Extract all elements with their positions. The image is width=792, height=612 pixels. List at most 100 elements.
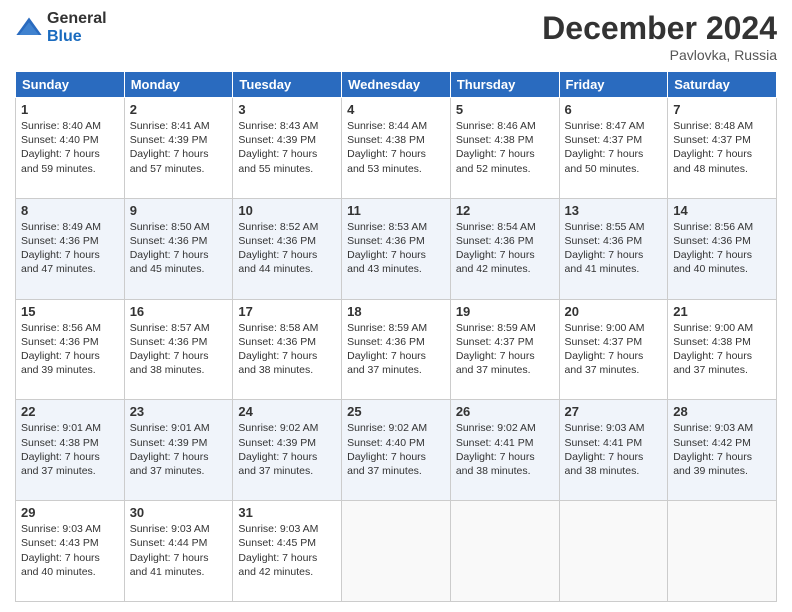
table-row: 19 Sunrise: 8:59 AM Sunset: 4:37 PM Dayl…	[450, 299, 559, 400]
sunrise-text: Sunrise: 8:56 AM	[673, 221, 753, 233]
table-row	[559, 501, 668, 602]
cell-content: Sunrise: 8:46 AM Sunset: 4:38 PM Dayligh…	[456, 119, 554, 176]
daylight-text: Daylight: 7 hours and 41 minutes.	[565, 249, 644, 275]
day-number: 19	[456, 304, 554, 319]
calendar-week-4: 22 Sunrise: 9:01 AM Sunset: 4:38 PM Dayl…	[16, 400, 777, 501]
col-friday: Friday	[559, 72, 668, 98]
sunrise-text: Sunrise: 8:43 AM	[238, 120, 318, 132]
cell-content: Sunrise: 8:57 AM Sunset: 4:36 PM Dayligh…	[130, 321, 228, 378]
cell-content: Sunrise: 8:52 AM Sunset: 4:36 PM Dayligh…	[238, 220, 336, 277]
daylight-text: Daylight: 7 hours and 38 minutes.	[238, 350, 317, 376]
col-saturday: Saturday	[668, 72, 777, 98]
cell-content: Sunrise: 8:54 AM Sunset: 4:36 PM Dayligh…	[456, 220, 554, 277]
day-number: 15	[21, 304, 119, 319]
sunset-text: Sunset: 4:43 PM	[21, 537, 99, 549]
daylight-text: Daylight: 7 hours and 39 minutes.	[21, 350, 100, 376]
sunrise-text: Sunrise: 9:00 AM	[565, 322, 645, 334]
day-number: 2	[130, 102, 228, 117]
table-row: 5 Sunrise: 8:46 AM Sunset: 4:38 PM Dayli…	[450, 98, 559, 199]
daylight-text: Daylight: 7 hours and 38 minutes.	[456, 451, 535, 477]
cell-content: Sunrise: 9:00 AM Sunset: 4:37 PM Dayligh…	[565, 321, 663, 378]
col-monday: Monday	[124, 72, 233, 98]
sunset-text: Sunset: 4:39 PM	[238, 437, 316, 449]
logo-text: General Blue	[47, 10, 107, 45]
sunrise-text: Sunrise: 8:44 AM	[347, 120, 427, 132]
daylight-text: Daylight: 7 hours and 37 minutes.	[130, 451, 209, 477]
cell-content: Sunrise: 9:03 AM Sunset: 4:43 PM Dayligh…	[21, 522, 119, 579]
sunrise-text: Sunrise: 9:02 AM	[347, 422, 427, 434]
day-number: 20	[565, 304, 663, 319]
daylight-text: Daylight: 7 hours and 37 minutes.	[238, 451, 317, 477]
cell-content: Sunrise: 9:03 AM Sunset: 4:44 PM Dayligh…	[130, 522, 228, 579]
table-row: 28 Sunrise: 9:03 AM Sunset: 4:42 PM Dayl…	[668, 400, 777, 501]
cell-content: Sunrise: 9:02 AM Sunset: 4:39 PM Dayligh…	[238, 421, 336, 478]
month-title: December 2024	[542, 10, 777, 47]
sunset-text: Sunset: 4:40 PM	[21, 134, 99, 146]
sunset-text: Sunset: 4:39 PM	[238, 134, 316, 146]
cell-content: Sunrise: 9:03 AM Sunset: 4:45 PM Dayligh…	[238, 522, 336, 579]
daylight-text: Daylight: 7 hours and 40 minutes.	[673, 249, 752, 275]
sunset-text: Sunset: 4:36 PM	[21, 235, 99, 247]
sunset-text: Sunset: 4:37 PM	[456, 336, 534, 348]
col-wednesday: Wednesday	[342, 72, 451, 98]
calendar-week-5: 29 Sunrise: 9:03 AM Sunset: 4:43 PM Dayl…	[16, 501, 777, 602]
daylight-text: Daylight: 7 hours and 42 minutes.	[238, 552, 317, 578]
table-row: 16 Sunrise: 8:57 AM Sunset: 4:36 PM Dayl…	[124, 299, 233, 400]
day-number: 8	[21, 203, 119, 218]
logo-icon	[15, 14, 43, 42]
day-number: 25	[347, 404, 445, 419]
day-number: 28	[673, 404, 771, 419]
sunrise-text: Sunrise: 8:40 AM	[21, 120, 101, 132]
sunset-text: Sunset: 4:37 PM	[673, 134, 751, 146]
sunrise-text: Sunrise: 8:52 AM	[238, 221, 318, 233]
table-row: 15 Sunrise: 8:56 AM Sunset: 4:36 PM Dayl…	[16, 299, 125, 400]
cell-content: Sunrise: 8:58 AM Sunset: 4:36 PM Dayligh…	[238, 321, 336, 378]
cell-content: Sunrise: 8:56 AM Sunset: 4:36 PM Dayligh…	[673, 220, 771, 277]
table-row: 23 Sunrise: 9:01 AM Sunset: 4:39 PM Dayl…	[124, 400, 233, 501]
daylight-text: Daylight: 7 hours and 55 minutes.	[238, 148, 317, 174]
day-number: 9	[130, 203, 228, 218]
sunrise-text: Sunrise: 8:57 AM	[130, 322, 210, 334]
daylight-text: Daylight: 7 hours and 38 minutes.	[130, 350, 209, 376]
sunrise-text: Sunrise: 8:53 AM	[347, 221, 427, 233]
day-number: 31	[238, 505, 336, 520]
table-row: 24 Sunrise: 9:02 AM Sunset: 4:39 PM Dayl…	[233, 400, 342, 501]
sunrise-text: Sunrise: 9:01 AM	[21, 422, 101, 434]
calendar-week-3: 15 Sunrise: 8:56 AM Sunset: 4:36 PM Dayl…	[16, 299, 777, 400]
daylight-text: Daylight: 7 hours and 37 minutes.	[565, 350, 644, 376]
sunrise-text: Sunrise: 8:49 AM	[21, 221, 101, 233]
table-row: 6 Sunrise: 8:47 AM Sunset: 4:37 PM Dayli…	[559, 98, 668, 199]
sunset-text: Sunset: 4:36 PM	[21, 336, 99, 348]
table-row	[450, 501, 559, 602]
daylight-text: Daylight: 7 hours and 37 minutes.	[673, 350, 752, 376]
daylight-text: Daylight: 7 hours and 42 minutes.	[456, 249, 535, 275]
daylight-text: Daylight: 7 hours and 40 minutes.	[21, 552, 100, 578]
logo-general: General	[47, 10, 107, 28]
logo: General Blue	[15, 10, 107, 45]
day-number: 27	[565, 404, 663, 419]
cell-content: Sunrise: 9:01 AM Sunset: 4:38 PM Dayligh…	[21, 421, 119, 478]
day-number: 4	[347, 102, 445, 117]
sunset-text: Sunset: 4:36 PM	[130, 235, 208, 247]
sunrise-text: Sunrise: 8:58 AM	[238, 322, 318, 334]
sunset-text: Sunset: 4:36 PM	[456, 235, 534, 247]
sunset-text: Sunset: 4:38 PM	[673, 336, 751, 348]
table-row: 8 Sunrise: 8:49 AM Sunset: 4:36 PM Dayli…	[16, 198, 125, 299]
table-row: 2 Sunrise: 8:41 AM Sunset: 4:39 PM Dayli…	[124, 98, 233, 199]
sunset-text: Sunset: 4:36 PM	[673, 235, 751, 247]
calendar-table: Sunday Monday Tuesday Wednesday Thursday…	[15, 71, 777, 602]
table-row: 20 Sunrise: 9:00 AM Sunset: 4:37 PM Dayl…	[559, 299, 668, 400]
sunset-text: Sunset: 4:41 PM	[456, 437, 534, 449]
logo-blue: Blue	[47, 28, 107, 46]
sunrise-text: Sunrise: 8:48 AM	[673, 120, 753, 132]
cell-content: Sunrise: 8:40 AM Sunset: 4:40 PM Dayligh…	[21, 119, 119, 176]
table-row: 14 Sunrise: 8:56 AM Sunset: 4:36 PM Dayl…	[668, 198, 777, 299]
cell-content: Sunrise: 8:48 AM Sunset: 4:37 PM Dayligh…	[673, 119, 771, 176]
sunrise-text: Sunrise: 8:50 AM	[130, 221, 210, 233]
sunset-text: Sunset: 4:37 PM	[565, 134, 643, 146]
cell-content: Sunrise: 8:59 AM Sunset: 4:37 PM Dayligh…	[456, 321, 554, 378]
day-number: 11	[347, 203, 445, 218]
sunrise-text: Sunrise: 9:03 AM	[673, 422, 753, 434]
day-number: 29	[21, 505, 119, 520]
sunset-text: Sunset: 4:41 PM	[565, 437, 643, 449]
